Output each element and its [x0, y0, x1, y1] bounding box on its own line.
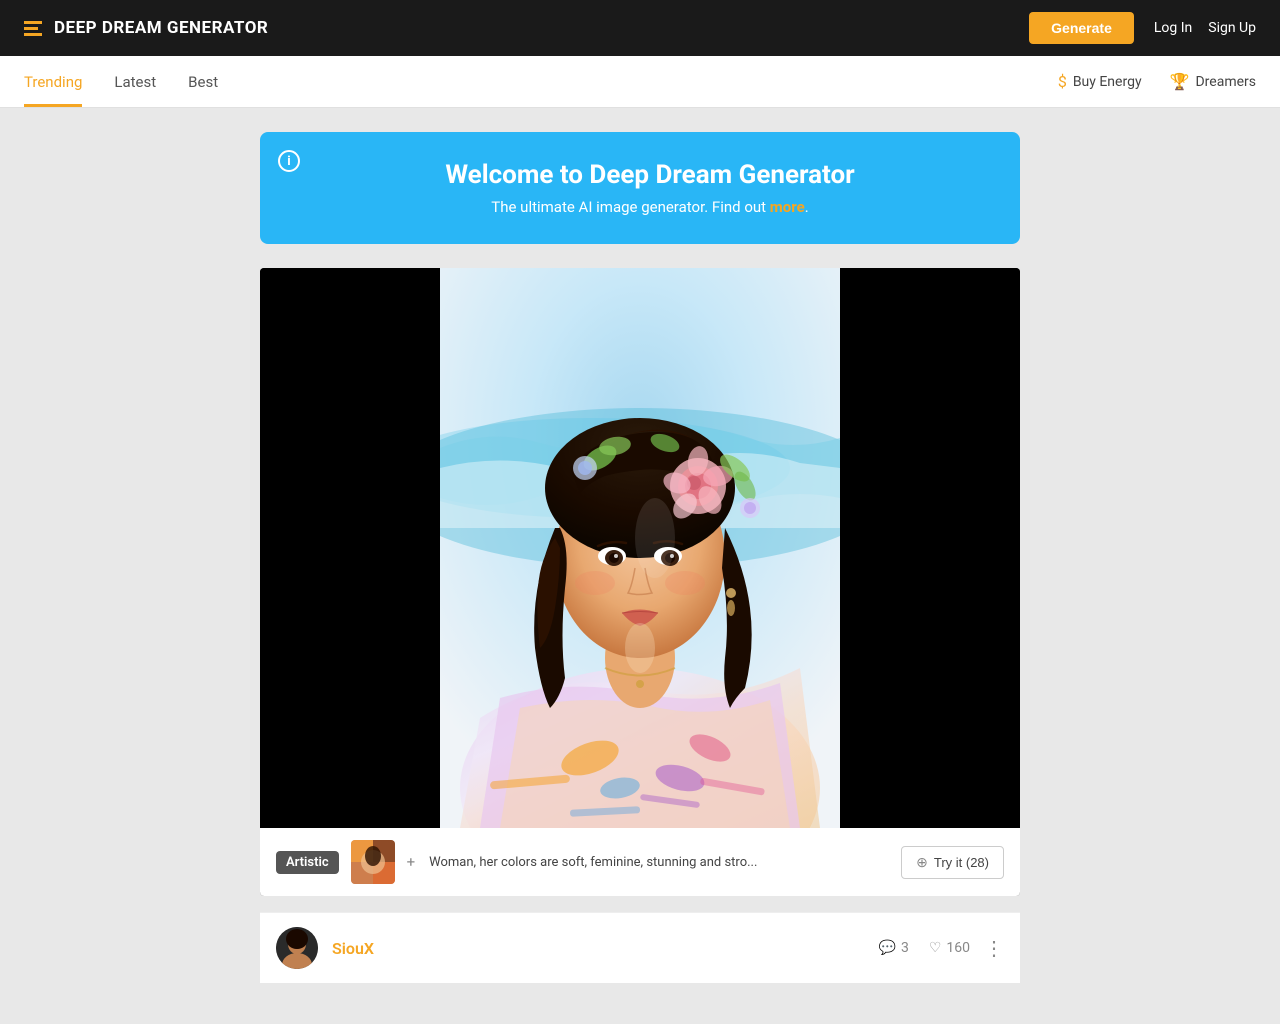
nav-item-latest[interactable]: Latest — [114, 56, 156, 107]
login-link[interactable]: Log In — [1154, 20, 1192, 36]
comment-count: 3 — [901, 940, 909, 956]
comment-action[interactable]: 💬 3 — [879, 940, 909, 956]
logo-text: DEEP DREAM GENERATOR — [54, 18, 268, 38]
black-right — [840, 268, 1020, 828]
user-avatar — [276, 927, 318, 969]
menu-icon[interactable] — [24, 21, 42, 36]
user-row: SiouX 💬 3 ♡ 160 ⋮ — [260, 912, 1020, 983]
buy-energy-link[interactable]: $ Buy Energy — [1058, 72, 1142, 91]
user-actions: 💬 3 ♡ 160 — [879, 940, 970, 956]
style-thumbnail — [351, 840, 395, 884]
black-left — [260, 268, 440, 828]
info-icon: i — [278, 150, 300, 172]
main-nav: Trending Latest Best $ Buy Energy 🏆 Drea… — [0, 56, 1280, 108]
signup-link[interactable]: Sign Up — [1208, 20, 1256, 36]
site-header: DEEP DREAM GENERATOR Generate Log In Sig… — [0, 0, 1280, 56]
plus-icon: + — [407, 853, 416, 871]
heart-icon: ♡ — [929, 940, 942, 956]
username[interactable]: SiouX — [332, 939, 865, 958]
more-options-icon[interactable]: ⋮ — [984, 936, 1004, 960]
dreamers-link[interactable]: 🏆 Dreamers — [1170, 72, 1256, 91]
banner-title: Welcome to Deep Dream Generator — [320, 160, 980, 190]
main-image-container[interactable] — [260, 268, 1020, 828]
portrait-image — [440, 268, 840, 828]
nav-right: $ Buy Energy 🏆 Dreamers — [1058, 72, 1256, 91]
like-action[interactable]: ♡ 160 — [929, 940, 970, 956]
energy-icon: $ — [1058, 72, 1067, 91]
banner-more-link[interactable]: more — [770, 198, 805, 216]
banner-description: The ultimate AI image generator. Find ou… — [320, 198, 980, 216]
trophy-icon: 🏆 — [1170, 72, 1190, 91]
like-count: 160 — [946, 940, 970, 956]
nav-left: Trending Latest Best — [24, 56, 218, 107]
style-tag[interactable]: Artistic — [276, 851, 339, 874]
comment-icon: 💬 — [879, 940, 896, 956]
try-icon: ⊕ — [916, 854, 928, 871]
auth-links: Log In Sign Up — [1154, 20, 1256, 36]
main-content: i Welcome to Deep Dream Generator The ul… — [260, 108, 1020, 1023]
try-it-button[interactable]: ⊕ Try it (28) — [901, 846, 1004, 879]
prompt-text: Woman, her colors are soft, feminine, st… — [429, 855, 889, 870]
header-right: Generate Log In Sign Up — [1029, 12, 1256, 44]
generate-button[interactable]: Generate — [1029, 12, 1134, 44]
welcome-banner: i Welcome to Deep Dream Generator The ul… — [260, 132, 1020, 244]
nav-item-best[interactable]: Best — [188, 56, 218, 107]
nav-item-trending[interactable]: Trending — [24, 56, 82, 107]
image-card: Artistic + Woman, her colors are soft, f… — [260, 268, 1020, 896]
header-left: DEEP DREAM GENERATOR — [24, 18, 268, 38]
image-bottom-bar: Artistic + Woman, her colors are soft, f… — [260, 828, 1020, 896]
